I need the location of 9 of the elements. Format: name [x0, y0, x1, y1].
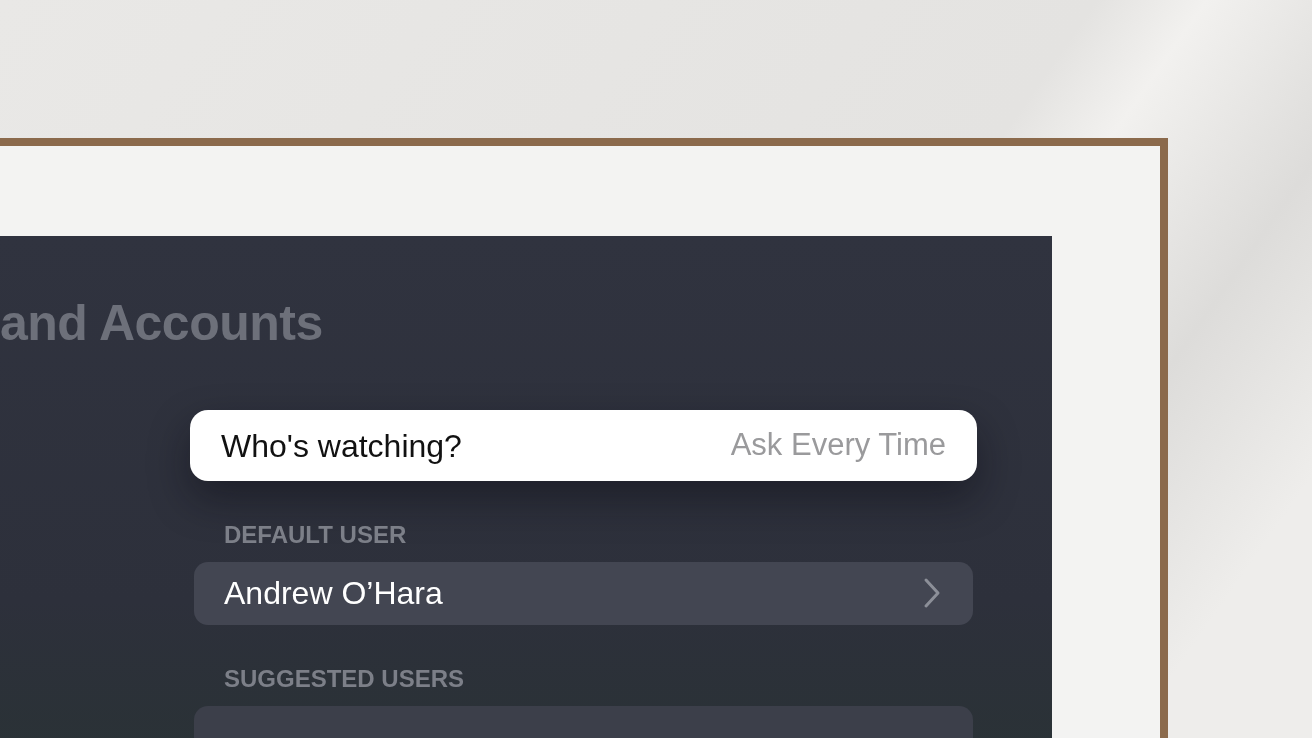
- section-header: DEFAULT USER: [224, 521, 408, 550]
- setting-value: Ask Every Time: [730, 426, 946, 465]
- section-header: SUGGESTED USERS: [224, 664, 466, 694]
- setting-label: Who's watching?: [221, 426, 462, 466]
- page-title: and Accounts: [0, 298, 324, 348]
- user-name: Andrew O’Hara: [224, 574, 443, 614]
- user-row[interactable]: Andrew O’Hara: [194, 561, 973, 625]
- setting-row[interactable]: Who's watching? Ask Every Time: [190, 410, 977, 481]
- chevron-right-icon: [923, 577, 941, 610]
